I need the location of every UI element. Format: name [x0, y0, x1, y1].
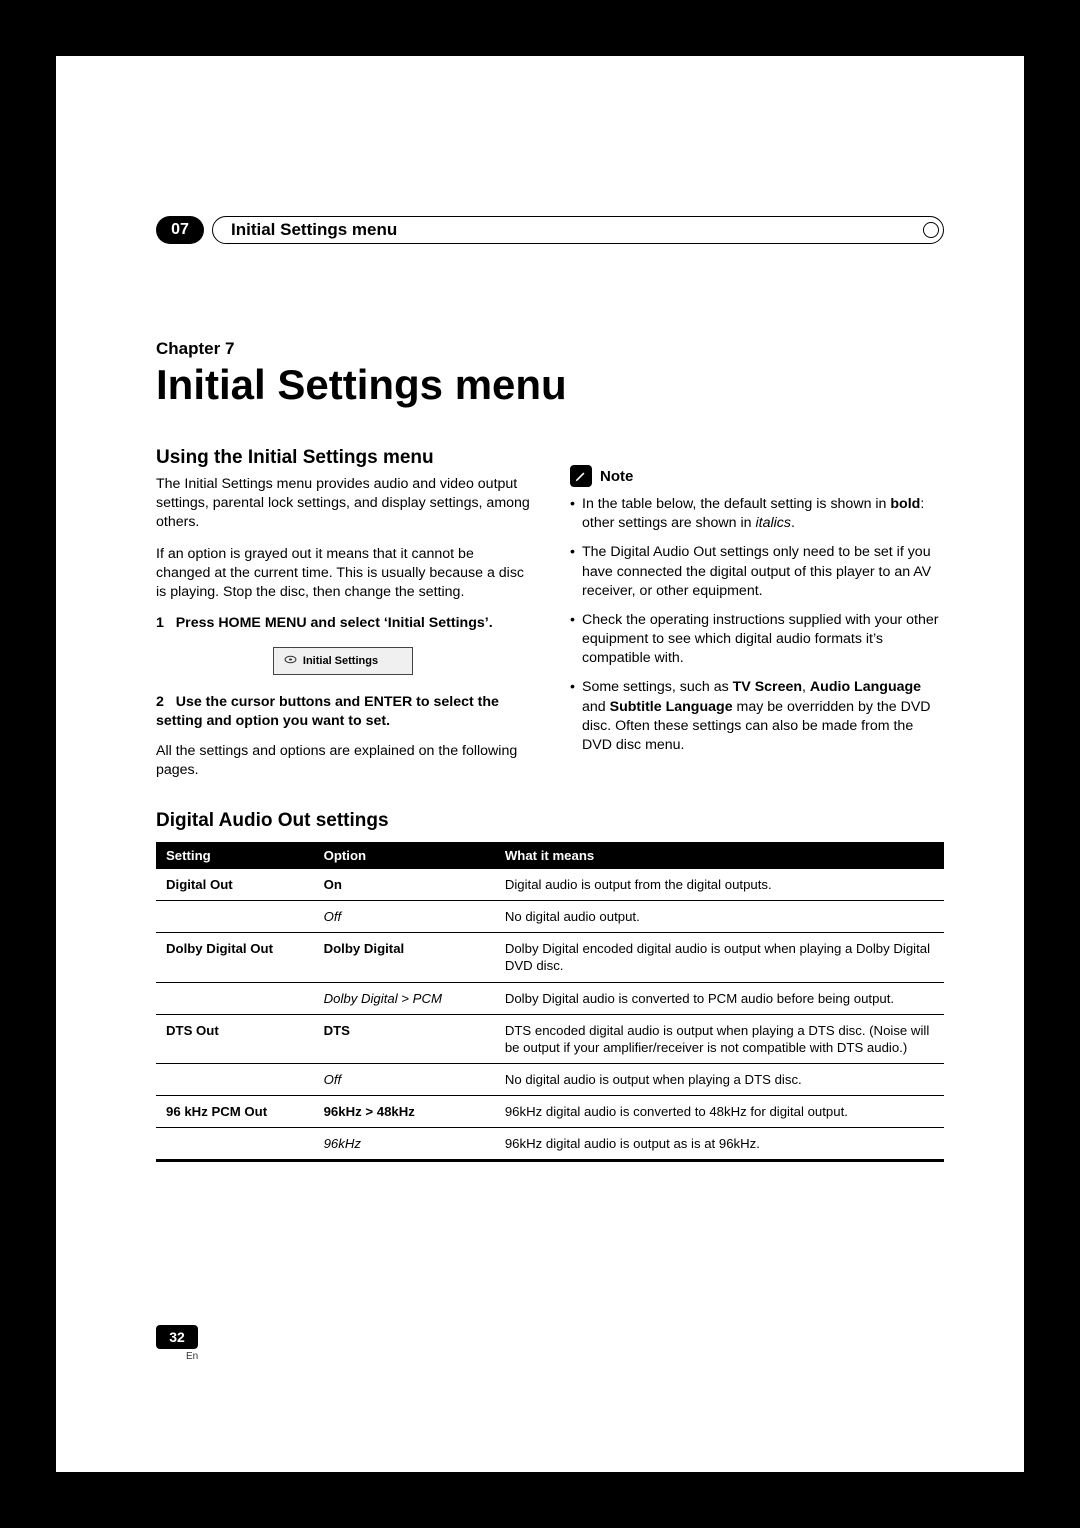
page-language: En: [186, 1351, 198, 1362]
cell-option: DTS: [314, 1014, 495, 1063]
menu-item-label: Initial Settings: [303, 655, 378, 667]
step-2-followup: All the settings and options are explain…: [156, 742, 530, 780]
step-number: 2: [156, 694, 164, 710]
cell-setting: DTS Out: [156, 1014, 314, 1063]
intro-para-2: If an option is grayed out it means that…: [156, 545, 530, 603]
note-bold: Subtitle Language: [610, 699, 733, 715]
pencil-icon: [570, 465, 592, 487]
table-row: Dolby Digital > PCMDolby Digital audio i…: [156, 982, 944, 1014]
cell-option: Off: [314, 901, 495, 933]
chapter-label: Chapter 7: [156, 339, 944, 359]
cell-option: Dolby Digital: [314, 933, 495, 982]
table-row: 96 kHz PCM Out96kHz > 48kHz96kHz digital…: [156, 1096, 944, 1128]
manual-page: 07 Initial Settings menu Chapter 7 Initi…: [56, 56, 1024, 1472]
cell-option: 96kHz: [314, 1128, 495, 1161]
note-item: In the table below, the default setting …: [570, 495, 944, 533]
cell-setting: Digital Out: [156, 869, 314, 901]
note-item: The Digital Audio Out settings only need…: [570, 543, 944, 601]
note-bold: TV Screen: [733, 679, 802, 695]
table-row: Dolby Digital OutDolby DigitalDolby Digi…: [156, 933, 944, 982]
chapter-tab: Initial Settings menu: [212, 216, 944, 244]
table-row: OffNo digital audio is output when playi…: [156, 1063, 944, 1095]
step-text: Press HOME MENU and select ‘Initial Sett…: [176, 615, 493, 631]
step-2: 2 Use the cursor buttons and ENTER to se…: [156, 693, 530, 731]
table-header-row: Setting Option What it means: [156, 842, 944, 869]
note-list: In the table below, the default setting …: [570, 495, 944, 755]
cell-setting: [156, 1063, 314, 1095]
disc-icon: [284, 653, 297, 669]
col-meaning: What it means: [495, 842, 944, 869]
note-italic: italics: [756, 515, 791, 531]
note-bold: bold: [890, 496, 920, 512]
note-text: and: [582, 699, 610, 715]
cell-setting: [156, 1128, 314, 1161]
left-column: Using the Initial Settings menu The Init…: [156, 447, 530, 780]
section-heading-using: Using the Initial Settings menu: [156, 447, 530, 469]
cell-option: On: [314, 869, 495, 901]
chapter-title: Initial Settings menu: [156, 361, 944, 409]
cell-setting: 96 kHz PCM Out: [156, 1096, 314, 1128]
note-label: Note: [600, 468, 633, 485]
note-text: Some settings, such as: [582, 679, 733, 695]
note-text: In the table below, the default setting …: [582, 496, 890, 512]
cell-meaning: No digital audio is output when playing …: [495, 1063, 944, 1095]
cell-meaning: Dolby Digital encoded digital audio is o…: [495, 933, 944, 982]
page-number-badge: 32: [156, 1325, 198, 1349]
cell-meaning: Dolby Digital audio is converted to PCM …: [495, 982, 944, 1014]
note-heading: Note: [570, 465, 944, 487]
cell-setting: [156, 901, 314, 933]
table-row: 96kHz96kHz digital audio is output as is…: [156, 1128, 944, 1161]
step-1: 1 Press HOME MENU and select ‘Initial Se…: [156, 614, 530, 633]
ui-screenshot: Initial Settings: [156, 647, 530, 675]
note-bold: Audio Language: [810, 679, 921, 695]
cell-option: Dolby Digital > PCM: [314, 982, 495, 1014]
cell-meaning: DTS encoded digital audio is output when…: [495, 1014, 944, 1063]
two-column-body: Using the Initial Settings menu The Init…: [156, 447, 944, 780]
note-text: ,: [802, 679, 810, 695]
cell-option: 96kHz > 48kHz: [314, 1096, 495, 1128]
initial-settings-menu-item: Initial Settings: [273, 647, 413, 675]
step-number: 1: [156, 615, 164, 631]
col-option: Option: [314, 842, 495, 869]
cell-setting: [156, 982, 314, 1014]
settings-table: Setting Option What it means Digital Out…: [156, 842, 944, 1163]
page-footer: 32 En: [156, 1325, 198, 1362]
chapter-tab-label: Initial Settings menu: [213, 220, 397, 240]
cell-setting: Dolby Digital Out: [156, 933, 314, 982]
chapter-number-badge: 07: [156, 216, 204, 244]
note-item: Some settings, such as TV Screen, Audio …: [570, 678, 944, 755]
table-row: DTS OutDTSDTS encoded digital audio is o…: [156, 1014, 944, 1063]
cell-option: Off: [314, 1063, 495, 1095]
cell-meaning: 96kHz digital audio is output as is at 9…: [495, 1128, 944, 1161]
table-row: Digital OutOnDigital audio is output fro…: [156, 869, 944, 901]
table-row: OffNo digital audio output.: [156, 901, 944, 933]
col-setting: Setting: [156, 842, 314, 869]
right-column: Note In the table below, the default set…: [570, 447, 944, 780]
note-item: Check the operating instructions supplie…: [570, 611, 944, 669]
note-text: .: [791, 515, 795, 531]
step-text: Use the cursor buttons and ENTER to sele…: [156, 694, 499, 729]
cell-meaning: Digital audio is output from the digital…: [495, 869, 944, 901]
cell-meaning: No digital audio output.: [495, 901, 944, 933]
intro-para-1: The Initial Settings menu provides audio…: [156, 475, 530, 533]
cell-meaning: 96kHz digital audio is converted to 48kH…: [495, 1096, 944, 1128]
table-heading: Digital Audio Out settings: [156, 810, 944, 832]
chapter-header-band: 07 Initial Settings menu: [156, 216, 944, 244]
